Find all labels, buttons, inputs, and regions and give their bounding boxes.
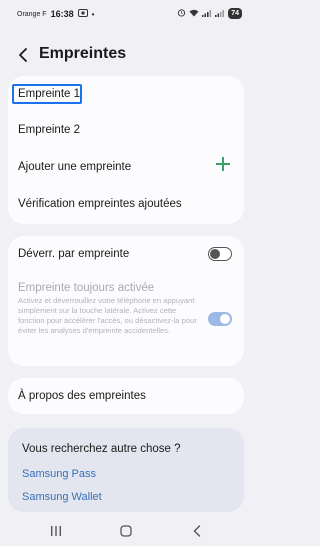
recent-apps-button[interactable]	[50, 524, 62, 542]
back-button[interactable]	[12, 44, 34, 66]
selection-highlight	[12, 84, 82, 104]
suggestions-card: Vous recherchez autre chose ? Samsung Pa…	[8, 428, 244, 512]
status-bar: Orange F 16:38 • 74	[0, 0, 252, 26]
about-fingerprints-row[interactable]: À propos des empreintes	[8, 378, 244, 414]
check-fingerprints-label: Vérification empreintes ajoutées	[18, 198, 182, 210]
recent-apps-icon	[51, 526, 61, 536]
app-header: Empreintes	[0, 40, 252, 68]
suggestions-title: Vous recherchez autre chose ?	[22, 443, 181, 455]
navigation-bar	[0, 516, 252, 546]
add-fingerprint-label: Ajouter une empreinte	[18, 161, 132, 173]
clock: 16:38	[50, 9, 74, 19]
plus-icon	[216, 157, 230, 171]
about-card: À propos des empreintes	[8, 378, 244, 414]
check-fingerprints-row[interactable]: Vérification empreintes ajoutées	[8, 186, 244, 222]
fingerprint-2-label: Empreinte 2	[18, 124, 81, 136]
screenshot-icon	[77, 9, 88, 19]
fingerprint-unlock-label: Déverr. par empreinte	[18, 248, 130, 260]
samsung-wallet-link[interactable]: Samsung Wallet	[22, 491, 102, 503]
page-title: Empreintes	[39, 45, 127, 62]
nav-back-button[interactable]	[192, 524, 202, 542]
alarm-icon	[177, 8, 186, 19]
toggle-knob	[220, 314, 230, 324]
status-left: Orange F 16:38 •	[17, 9, 94, 19]
signal-icon	[202, 9, 212, 19]
list-item-fingerprint-2[interactable]: Empreinte 2	[8, 112, 244, 148]
samsung-pass-link[interactable]: Samsung Pass	[22, 468, 96, 480]
always-on-toggle[interactable]	[208, 312, 232, 326]
battery-indicator: 74	[228, 8, 242, 19]
always-on-title: Empreinte toujours activée	[18, 282, 155, 294]
back-icon	[193, 525, 201, 537]
carrier-label: Orange F	[17, 10, 47, 18]
unlock-card: Déverr. par empreinte Empreinte toujours…	[8, 236, 244, 366]
add-fingerprint-row[interactable]: Ajouter une empreinte	[8, 149, 244, 185]
signal-icon-2	[215, 9, 225, 19]
always-on-row[interactable]: Empreinte toujours activée Activez et dé…	[18, 282, 198, 336]
chevron-left-icon	[19, 48, 27, 62]
notification-dot-icon: •	[91, 9, 95, 19]
status-right: 74	[177, 8, 242, 19]
wifi-icon	[189, 9, 199, 19]
always-on-description: Activez et déverrouillez votre téléphone…	[18, 296, 197, 335]
home-button[interactable]	[120, 524, 132, 542]
fingerprint-unlock-toggle[interactable]	[208, 247, 232, 261]
toggle-knob	[210, 249, 220, 259]
home-icon	[120, 525, 132, 537]
about-fingerprints-label: À propos des empreintes	[18, 390, 146, 402]
